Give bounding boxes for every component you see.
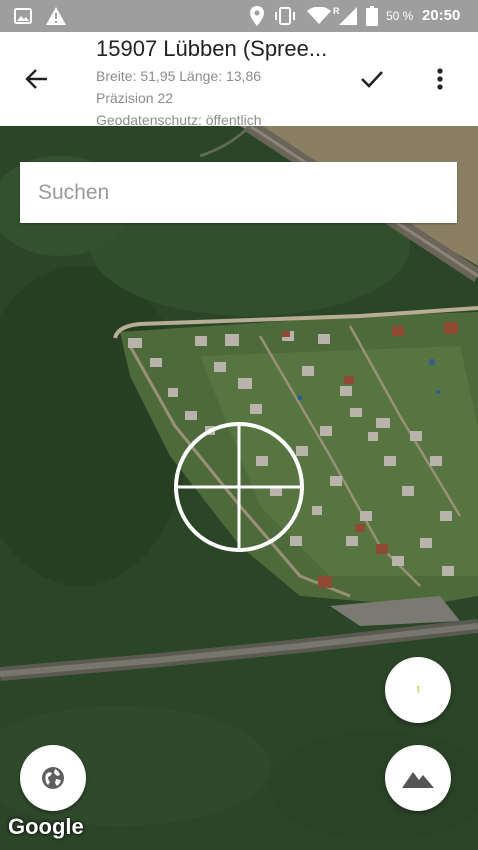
terrain-icon bbox=[402, 772, 434, 788]
back-button[interactable] bbox=[16, 62, 58, 96]
compass-icon bbox=[417, 686, 420, 694]
globe-icon bbox=[42, 767, 64, 789]
gallery-icon bbox=[12, 0, 34, 32]
arrow-back-icon bbox=[25, 69, 47, 89]
precision-text: Präzision 22 bbox=[96, 90, 174, 106]
status-bar: R 50 % 20:50 bbox=[0, 0, 478, 32]
google-attribution: Google bbox=[8, 814, 84, 839]
geo-privacy-text: Geodatenschutz: öffentlich bbox=[96, 112, 262, 126]
battery-icon bbox=[364, 0, 380, 32]
coordinates-text: Breite: 51,95 Länge: 13,86 bbox=[96, 68, 262, 84]
signal-icon bbox=[338, 0, 358, 32]
battery-percent: 50 % bbox=[386, 9, 414, 23]
clock: 20:50 bbox=[422, 7, 461, 24]
vibrate-icon bbox=[272, 0, 298, 32]
more-options-button[interactable] bbox=[424, 62, 456, 96]
check-icon bbox=[361, 71, 383, 88]
confirm-button[interactable] bbox=[352, 62, 392, 96]
wifi-icon bbox=[306, 0, 332, 32]
compass-button[interactable] bbox=[385, 657, 451, 723]
more-vert-icon bbox=[437, 68, 443, 90]
location-icon bbox=[248, 0, 266, 32]
crosshair-icon bbox=[174, 422, 304, 552]
terrain-button[interactable] bbox=[385, 745, 451, 811]
search-input[interactable] bbox=[20, 162, 457, 223]
satellite-map[interactable]: Google bbox=[0, 126, 478, 850]
location-title: 15907 Lübben (Spree... bbox=[96, 36, 328, 61]
warning-icon bbox=[44, 0, 68, 32]
map-type-button[interactable] bbox=[20, 745, 86, 811]
app-toolbar: 15907 Lübben (Spree... Breite: 51,95 Län… bbox=[0, 32, 478, 126]
